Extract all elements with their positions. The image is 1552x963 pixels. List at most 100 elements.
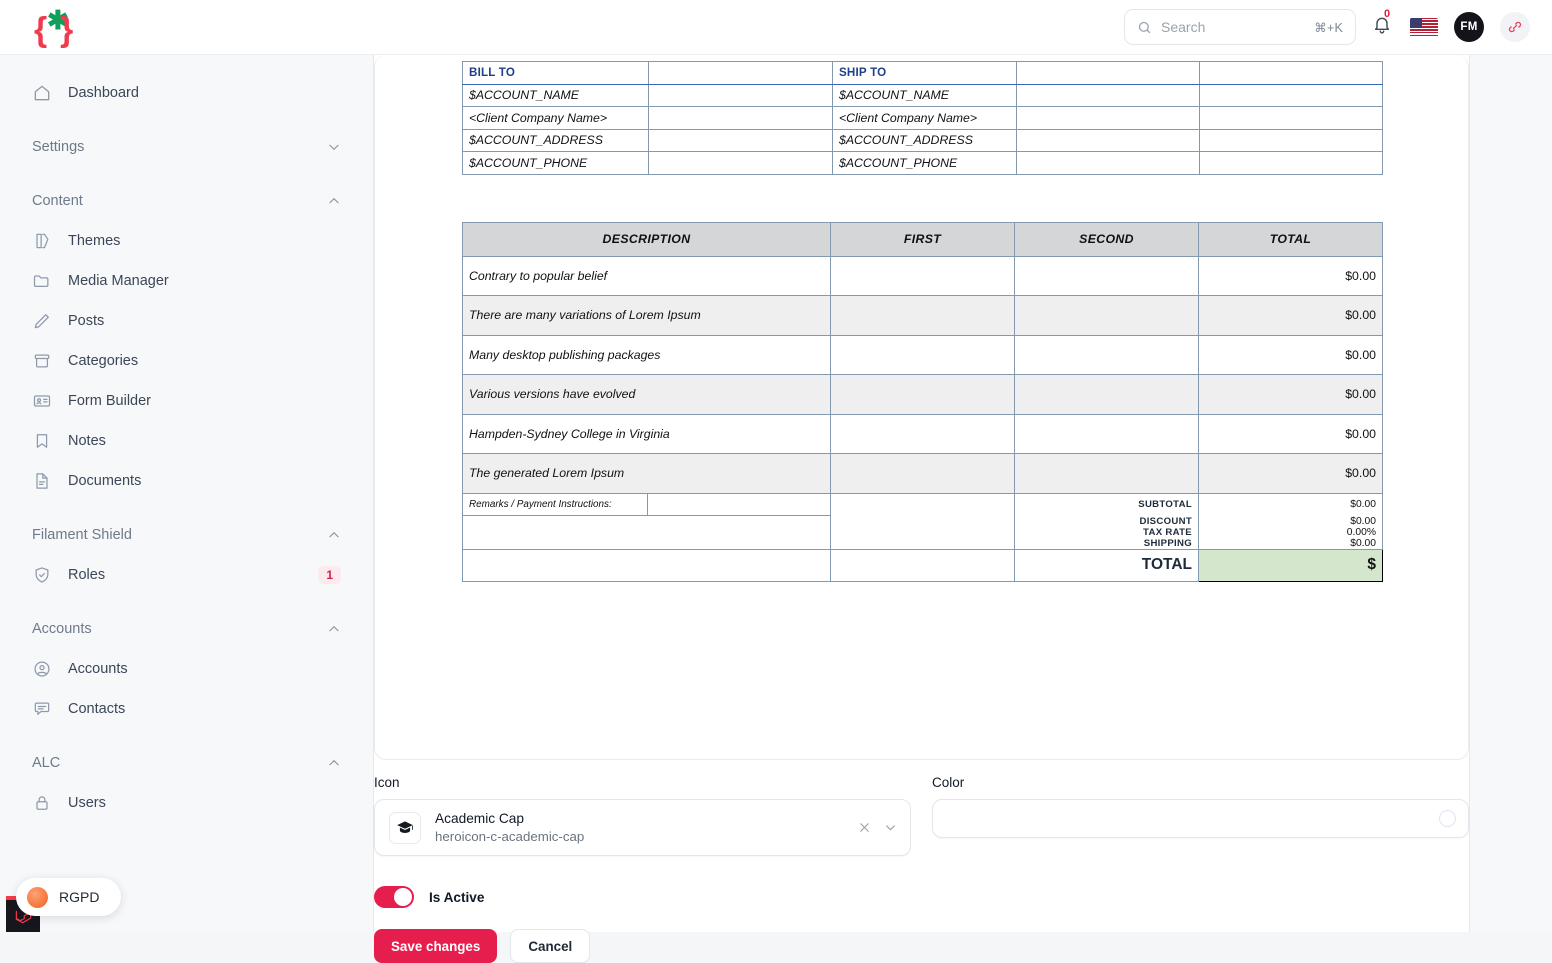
bill-ship-table: BILL TO SHIP TO $ACCOUNT_NAME $ACCOUNT_N… [462,61,1383,175]
sidebar-item-contacts[interactable]: Contacts [10,689,363,729]
chevron-down-icon[interactable] [883,820,898,835]
empty-cell [648,61,833,85]
sidebar-group-alc[interactable]: ALC [10,743,363,783]
item-description: Various versions have evolved [462,374,831,415]
empty-cell [830,526,1015,538]
user-circle-icon [32,659,52,679]
chevron-up-icon [327,528,341,542]
table-row: <Client Company Name> <Client Company Na… [462,106,1383,130]
link-icon [1507,19,1523,35]
table-row: Many desktop publishing packages $0.00 [462,334,1383,375]
sidebar-item-label: Themes [68,233,121,249]
logo-left-brace: { [34,11,48,49]
invoice-document: BILL TO SHIP TO $ACCOUNT_NAME $ACCOUNT_N… [462,61,1383,582]
search-shortcut-hint: ⌘+K [1314,20,1343,35]
sidebar-group-filament-shield[interactable]: Filament Shield [10,515,363,555]
empty-cell [462,548,831,582]
color-swatch-icon[interactable] [1439,810,1456,827]
chevron-down-icon [327,140,341,154]
lock-icon [32,793,52,813]
item-description: The generated Lorem Ipsum [462,453,831,494]
table-row: $ACCOUNT_ADDRESS $ACCOUNT_ADDRESS [462,128,1383,152]
language-flag-icon[interactable] [1410,17,1438,37]
sidebar-group-accounts[interactable]: Accounts [10,609,363,649]
empty-cell [830,492,1015,516]
color-input[interactable] [932,799,1469,838]
brand-logo-area[interactable]: { ✱ } [0,7,374,47]
sidebar-group-title: Settings [32,139,85,155]
empty-cell [1016,128,1200,152]
table-row: The generated Lorem Ipsum $0.00 [462,453,1383,494]
chevron-up-icon [327,756,341,770]
sidebar-item-roles[interactable]: Roles 1 [10,555,363,595]
summary-value: $0.00 [1198,537,1383,550]
cookie-consent-badge[interactable]: RGPD [16,878,122,916]
sidebar-item-label: Contacts [68,701,126,717]
empty-cell [1016,83,1200,107]
table-row: Contrary to popular belief $0.00 [462,255,1383,296]
sidebar-group-title: ALC [32,755,61,771]
sidebar-item-documents[interactable]: Documents [10,461,363,501]
summary-label: SUBTOTAL [1014,492,1199,516]
sidebar-item-accounts[interactable]: Accounts [10,649,363,689]
item-second [1014,295,1199,336]
notifications-button[interactable]: 0 [1372,8,1394,39]
remarks-body [462,515,831,549]
summary-label: SHIPPING [1014,537,1199,550]
sidebar-item-themes[interactable]: Themes [10,221,363,261]
icon-title: Academic Cap [435,811,525,826]
table-row: $ACCOUNT_NAME $ACCOUNT_NAME [462,83,1383,107]
icon-select[interactable]: Academic Cap heroicon-c-academic-cap [374,799,911,856]
item-description: Many desktop publishing packages [462,334,831,375]
sidebar-item-form-builder[interactable]: Form Builder [10,381,363,421]
sidebar-item-posts[interactable]: Posts [10,301,363,341]
sidebar-item-notes[interactable]: Notes [10,421,363,461]
search-input[interactable]: Search [1161,19,1305,35]
sidebar-group-content[interactable]: Content [10,181,363,221]
ship-to-value: $ACCOUNT_NAME [832,83,1017,107]
remarks-label: Remarks / Payment Instructions: [463,493,648,515]
item-first [830,453,1015,494]
cookie-icon [27,886,48,908]
summary-value: 0.00% [1198,526,1383,538]
summary-value: $0.00 [1198,515,1383,527]
pencil-icon [32,311,52,331]
sidebar-group-title: Accounts [32,621,92,637]
sidebar-group-title: Filament Shield [32,527,132,543]
empty-cell [1199,106,1383,130]
item-first [830,374,1015,415]
color-field-group: Color [932,775,1469,838]
empty-cell [648,83,833,107]
sidebar-group-settings[interactable]: Settings [10,127,363,167]
document-icon [32,471,52,491]
sidebar-item-media-manager[interactable]: Media Manager [10,261,363,301]
bookmark-icon [32,431,52,451]
chevron-up-icon [327,194,341,208]
sidebar-item-users[interactable]: Users [10,783,363,823]
cancel-button[interactable]: Cancel [510,929,591,963]
column-header-first: FIRST [830,221,1015,257]
form-actions: Save changes Cancel [374,929,591,963]
avatar[interactable]: FM [1454,12,1484,42]
item-total: $0.00 [1198,295,1383,336]
remarks-empty [647,494,830,515]
item-total: $0.00 [1198,334,1383,375]
flag-canton [1410,17,1422,28]
logo-right-brace: } [60,11,74,49]
sidebar-item-categories[interactable]: Categories [10,341,363,381]
link-button[interactable] [1500,12,1530,42]
is-active-toggle[interactable] [374,886,414,908]
table-row: Hampden-Sydney College in Virginia $0.00 [462,413,1383,454]
toggle-knob [394,888,412,906]
global-search[interactable]: Search ⌘+K [1124,9,1356,45]
save-button[interactable]: Save changes [374,929,498,963]
item-second [1014,413,1199,454]
empty-cell [830,537,1015,550]
app-logo-icon: { ✱ } [34,7,80,47]
total-label: TOTAL [1014,548,1199,582]
item-description: Contrary to popular belief [462,255,831,296]
item-first [830,255,1015,296]
sidebar-item-dashboard[interactable]: Dashboard [10,73,363,113]
empty-cell [830,515,1015,527]
clear-icon[interactable] [857,820,872,835]
